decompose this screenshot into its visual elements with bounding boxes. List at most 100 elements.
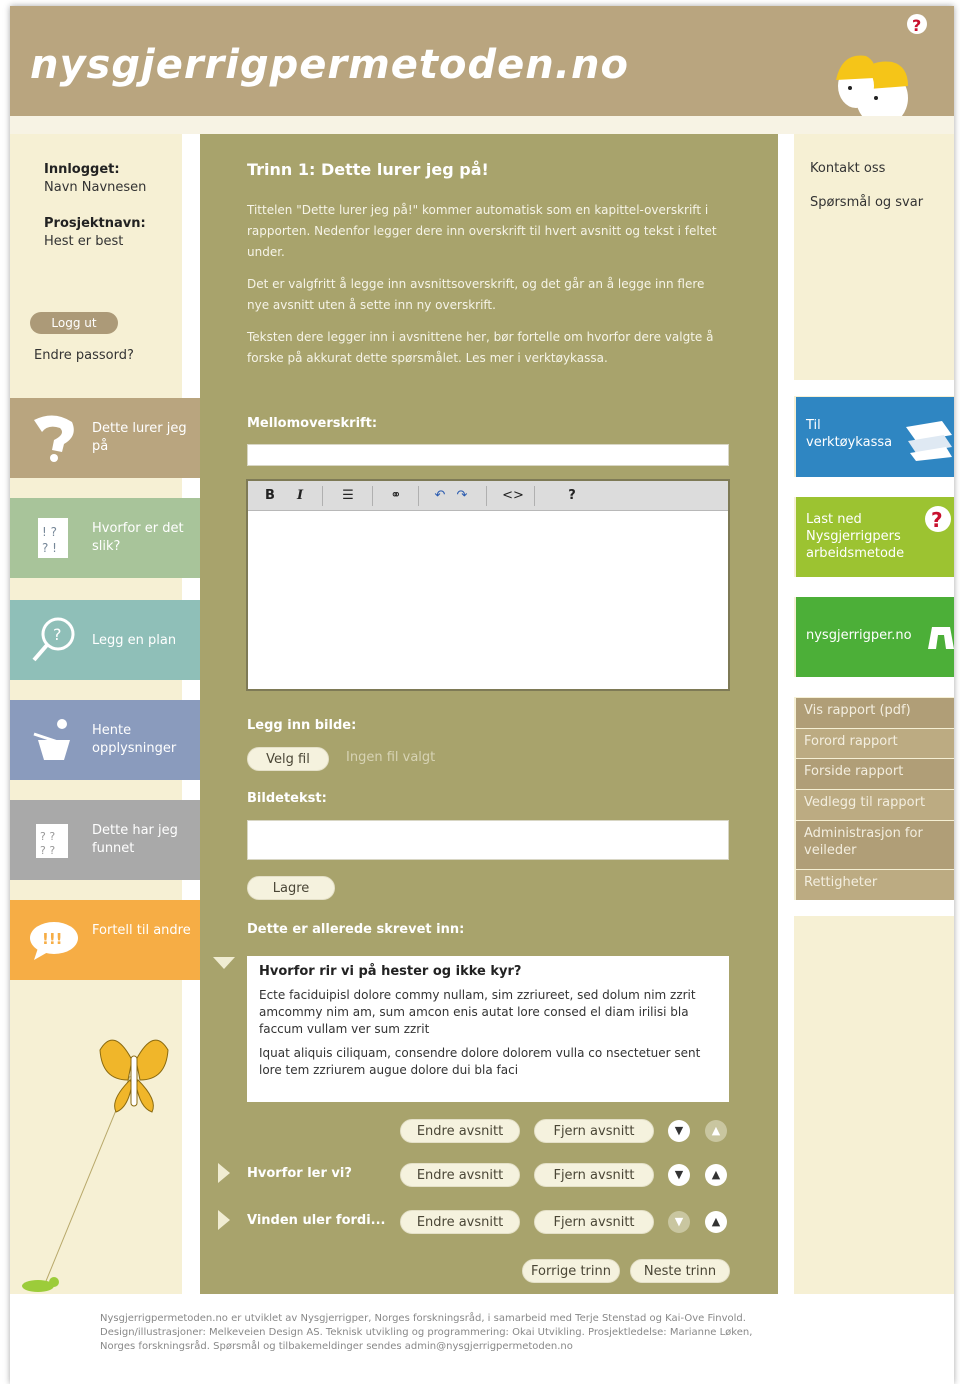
nysgjerrigper-link[interactable]: nysgjerrigper.no	[796, 597, 954, 677]
footer-line: Nysgjerrigpermetoden.no er utviklet av N…	[100, 1313, 746, 1324]
magnifier-icon: ?	[32, 617, 75, 662]
basket-icon	[33, 719, 70, 760]
logout-button[interactable]: Logg ut	[30, 312, 118, 334]
toolbar-separator	[486, 486, 487, 506]
subheading-label: Mellomoverskrift:	[247, 416, 378, 431]
svg-text:? ?: ? ?	[40, 844, 55, 857]
step-5-dette-har-jeg-funnet[interactable]: ? ?? ? Dette har jeg funnet	[10, 800, 200, 880]
contact-link[interactable]: Kontakt oss	[810, 161, 885, 176]
entry-title: Hvorfor rir vi på hester og ikke kyr?	[259, 964, 522, 979]
entry-preview: Hvorfor rir vi på hester og ikke kyr? Ec…	[247, 956, 729, 1102]
report-link-vedlegg[interactable]: Vedlegg til rapport	[796, 790, 954, 820]
toolbar-separator	[372, 486, 373, 506]
caption-label: Bildetekst:	[247, 791, 327, 806]
no-file-text: Ingen fil valgt	[346, 750, 436, 765]
edit-section-button[interactable]: Endre avsnitt	[400, 1119, 520, 1143]
redo-button[interactable]: ↷	[452, 487, 472, 505]
step-label: Fortell til andre	[92, 923, 191, 938]
faq-link[interactable]: Spørsmål og svar	[810, 195, 923, 210]
expand-arrow-icon[interactable]	[218, 1163, 230, 1183]
toolbox-icon	[906, 421, 952, 461]
svg-text:? !: ? !	[42, 541, 57, 555]
right-spacer	[794, 677, 954, 697]
download-method-link[interactable]: Last ned Nysgjerrigpers arbeidsmetode ?	[796, 497, 954, 577]
site-header: nysgjerrigpermetoden.no ?	[10, 6, 954, 116]
italic-button[interactable]: I	[290, 487, 310, 505]
choose-file-button[interactable]: Velg fil	[247, 747, 329, 771]
move-down-icon[interactable]: ▼	[668, 1211, 690, 1233]
right-gap	[778, 134, 794, 1294]
logged-in-label: Innlogget:	[44, 162, 120, 177]
report-link-vis-rapport[interactable]: Vis rapport (pdf)	[796, 698, 954, 728]
toolbar-separator	[418, 486, 419, 506]
findings-icon: ? ?? ?	[36, 824, 68, 858]
right-spacer	[794, 380, 954, 396]
move-up-icon[interactable]: ▲	[705, 1120, 727, 1142]
nysgjerrigper-logo-icon	[928, 627, 954, 649]
next-step-button[interactable]: Neste trinn	[630, 1259, 730, 1283]
step-title: Trinn 1: Dette lurer jeg på!	[247, 160, 489, 179]
footer: Nysgjerrigpermetoden.no er utviklet av N…	[100, 1312, 900, 1354]
toolbar-separator	[534, 486, 535, 506]
step-4-hente-opplysninger[interactable]: Hente opplysninger	[10, 700, 200, 780]
intro-paragraph-3: Teksten dere legger inn i avsnittene her…	[247, 330, 714, 365]
report-link-administrasjon[interactable]: Administrasjon for veileder	[796, 821, 954, 869]
step-6-fortell-til-andre[interactable]: !!! Fortell til andre	[10, 900, 200, 980]
html-source-button[interactable]: <>	[500, 487, 526, 505]
undo-button[interactable]: ↶	[430, 487, 450, 505]
toolbar-separator	[322, 486, 323, 506]
step-label: Dette lurer jeg på	[92, 421, 187, 454]
step-2-hvorfor-er-det-slik[interactable]: ! ? ? ! Hvorfor er det slik?	[10, 498, 200, 578]
idea-notes-icon: ! ? ? !	[38, 518, 68, 558]
entry-paragraph: Ecte faciduipisl dolore commy nullam, si…	[259, 988, 696, 1036]
expand-arrow-icon[interactable]	[218, 1210, 230, 1230]
rich-text-editor[interactable]: B I ☰ ⚭ ↶ ↷ <> ?	[246, 479, 730, 691]
report-link-forord[interactable]: Forord rapport	[796, 729, 954, 758]
speech-bubble-icon: !!!	[30, 922, 78, 960]
toolbox-link[interactable]: Til verktøykassa	[796, 397, 954, 477]
project-name: Hest er best	[44, 234, 124, 249]
change-password-link[interactable]: Endre passord?	[34, 348, 134, 363]
move-up-icon[interactable]: ▲	[705, 1164, 727, 1186]
help-button[interactable]: ?	[562, 487, 582, 505]
intro-paragraph-1: Tittelen "Dette lurer jeg på!" kommer au…	[247, 203, 717, 259]
move-up-icon[interactable]: ▲	[705, 1211, 727, 1233]
move-down-icon[interactable]: ▼	[668, 1120, 690, 1142]
move-down-icon[interactable]: ▼	[668, 1164, 690, 1186]
right-spacer	[794, 477, 954, 497]
remove-section-button[interactable]: Fjern avsnitt	[534, 1163, 654, 1187]
previous-step-button[interactable]: Forrige trinn	[522, 1259, 620, 1283]
subheading-input[interactable]	[247, 444, 729, 466]
remove-section-button[interactable]: Fjern avsnitt	[534, 1119, 654, 1143]
collapse-arrow-icon[interactable]	[213, 957, 235, 969]
footer-line: Design/illustrasjoner: Melkeveien Design…	[100, 1327, 753, 1338]
remove-section-button[interactable]: Fjern avsnitt	[534, 1210, 654, 1234]
step-label: Hente opplysninger	[92, 723, 177, 756]
step-3-legg-en-plan[interactable]: ? Legg en plan	[10, 600, 200, 680]
edit-section-button[interactable]: Endre avsnitt	[400, 1163, 520, 1187]
svg-text:! ?: ! ?	[42, 525, 57, 539]
svg-text:?: ?	[912, 16, 921, 35]
report-link-forside[interactable]: Forside rapport	[796, 759, 954, 789]
bullet-list-button[interactable]: ☰	[338, 487, 358, 505]
mascot-heads-icon: ?	[836, 14, 927, 116]
nysgjerrigper-label: nysgjerrigper.no	[806, 628, 912, 643]
editor-toolbar: B I ☰ ⚭ ↶ ↷ <> ?	[248, 481, 728, 511]
right-spacer	[794, 900, 954, 916]
caption-input[interactable]	[247, 820, 729, 860]
download-label: Last ned Nysgjerrigpers arbeidsmetode	[806, 512, 905, 561]
bold-button[interactable]: B	[260, 487, 280, 505]
right-spacer	[794, 577, 954, 597]
toolbox-label: Til verktøykassa	[806, 418, 893, 450]
link-button[interactable]: ⚭	[386, 487, 406, 505]
step-1-dette-lurer-jeg-pa[interactable]: Dette lurer jeg på	[10, 398, 200, 478]
section-title: Vinden uler fordi...	[247, 1213, 386, 1228]
site-title[interactable]: nysgjerrigpermetoden.no	[30, 42, 629, 88]
report-link-rettigheter[interactable]: Rettigheter	[796, 870, 954, 900]
step-label: Legg en plan	[92, 633, 177, 648]
svg-text:? ?: ? ?	[40, 830, 55, 843]
edit-section-button[interactable]: Endre avsnitt	[400, 1210, 520, 1234]
login-box: Innlogget: Navn Navnesen Prosjektnavn: H…	[10, 134, 182, 382]
already-written-label: Dette er allerede skrevet inn:	[247, 922, 465, 937]
save-button[interactable]: Lagre	[247, 876, 335, 900]
